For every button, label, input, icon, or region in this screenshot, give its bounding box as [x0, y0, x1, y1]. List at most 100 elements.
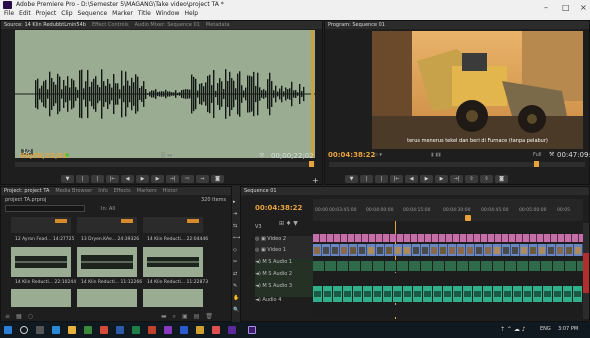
powerpoint-icon[interactable] [148, 326, 156, 334]
tab-markers[interactable]: Markers [137, 188, 157, 194]
audio-clip-thumb-4[interactable] [11, 289, 71, 307]
project-search-input[interactable] [5, 205, 85, 212]
tab-media-browser[interactable]: Media Browser [55, 188, 92, 194]
menu-title[interactable]: Title [138, 10, 151, 17]
onenote-icon[interactable] [164, 326, 172, 334]
list-view-icon[interactable]: ≡ [5, 313, 10, 320]
chrome-icon[interactable] [100, 326, 108, 334]
go-in-icon[interactable]: | [91, 175, 104, 183]
p-go-to-in-icon[interactable]: |← [390, 175, 403, 183]
store-icon[interactable] [84, 326, 92, 334]
media-icon[interactable] [212, 326, 220, 334]
lift-icon[interactable]: ⇧ [465, 175, 478, 183]
aftereffects-icon[interactable] [228, 326, 236, 334]
tab-source[interactable]: Source: 14 Klin RedubbtLmin54b [4, 22, 86, 28]
premiere-taskbar-icon[interactable] [248, 326, 256, 334]
timeline-playhead-handle[interactable] [465, 215, 471, 221]
track-header-a2[interactable]: ◄) M S Audio 2 [255, 271, 313, 283]
mark-out-icon[interactable]: | [76, 175, 89, 183]
bin-thumb-1[interactable] [11, 217, 71, 233]
file-explorer-icon[interactable] [68, 326, 76, 334]
audio-waveform[interactable] [15, 30, 315, 158]
maximize-button[interactable]: □ [562, 3, 570, 12]
clock[interactable]: 3:07 PM [558, 326, 578, 332]
source-playhead[interactable] [309, 161, 314, 167]
play-icon[interactable]: ▶ [136, 175, 149, 183]
menu-help[interactable]: Help [184, 10, 198, 17]
p-step-forward-icon[interactable]: ▶ [435, 175, 448, 183]
video1-track[interactable] [313, 244, 583, 256]
wrench-icon[interactable]: ⚒ [259, 152, 264, 159]
insert-icon[interactable]: ⇨ [181, 175, 194, 183]
overwrite-icon[interactable]: ⇒ [196, 175, 209, 183]
program-scrubber[interactable] [329, 161, 585, 167]
menu-file[interactable]: File [4, 10, 14, 17]
tab-metadata[interactable]: Metadata [206, 22, 230, 28]
minimize-button[interactable]: – [544, 3, 548, 12]
sequence-timecode[interactable]: 00:04:38:22 [255, 204, 302, 212]
find-icon[interactable]: ⌕ [173, 313, 176, 321]
tab-sequence[interactable]: Sequence 01 [244, 188, 277, 194]
step-back-icon[interactable]: ◀ [121, 175, 134, 183]
video2-title-track[interactable] [313, 234, 585, 242]
icon-view-icon[interactable]: ▦ [16, 313, 22, 320]
resolution-dropdown[interactable]: Full [533, 152, 542, 158]
illustrator-icon[interactable] [196, 326, 204, 334]
audio1-track[interactable] [313, 260, 588, 272]
task-view-icon[interactable] [36, 326, 44, 334]
track-header-a3[interactable]: ◄) M S Audio 3 [255, 283, 313, 297]
extract-icon[interactable]: ⇪ [480, 175, 493, 183]
fit-dropdown[interactable]: ▭ ▾ [373, 152, 382, 158]
audio2-track[interactable] [313, 273, 583, 285]
track-header-a4[interactable]: ◄) Audio 4 [255, 297, 313, 309]
language-indicator[interactable]: ENG [540, 326, 551, 332]
go-to-in-icon[interactable]: |← [106, 175, 119, 183]
tab-effect-controls[interactable]: Effect Controls [92, 22, 129, 28]
menu-sequence[interactable]: Sequence [78, 10, 108, 17]
audio3-track[interactable] [313, 285, 583, 303]
menu-clip[interactable]: Clip [61, 10, 72, 17]
go-to-out-icon[interactable]: →| [166, 175, 179, 183]
close-button[interactable]: × [580, 3, 587, 12]
program-timecode[interactable]: 00:04:38:22 [328, 151, 375, 159]
system-tray-icons[interactable]: ⇡ ⌃ ☁ ♪ [500, 326, 526, 333]
tab-project[interactable]: Project: project TA [4, 188, 49, 194]
tab-audio-mixer[interactable]: Audio Mixer: Sequence 01 [135, 22, 200, 28]
automate-icon[interactable]: ▬ [161, 313, 167, 321]
tab-history[interactable]: Histor [163, 188, 178, 194]
audio-clip-thumb-1[interactable] [11, 247, 71, 277]
source-timecode-in[interactable]: 00;00;22;01 [20, 152, 67, 160]
p-mark-out-icon[interactable]: | [360, 175, 373, 183]
track-header-v2[interactable]: ◎ ▣ Video 2 [255, 236, 313, 247]
track-header-v3[interactable]: V3 [255, 224, 313, 236]
menu-edit[interactable]: Edit [19, 10, 31, 17]
p-mark-in-icon[interactable]: ▼ [345, 175, 358, 183]
p-go-in-icon[interactable]: | [375, 175, 388, 183]
audio-clip-thumb-5[interactable] [77, 289, 137, 307]
trash-icon[interactable]: 🗑 [205, 313, 213, 321]
track-header-a1[interactable]: ◄) M S Audio 1 [255, 259, 313, 271]
photoshop-icon[interactable] [180, 326, 188, 334]
source-scrubber[interactable] [15, 161, 315, 167]
time-ruler[interactable]: 00:00 00:03:45:00 00:04:00:00 00:04:15:0… [313, 199, 583, 221]
menu-marker[interactable]: Marker [112, 10, 133, 17]
audio-clip-thumb-6[interactable] [143, 289, 203, 307]
track-header-v1[interactable]: ◎ ▣ Video 1 [255, 247, 313, 259]
p-go-to-out-icon[interactable]: →| [450, 175, 463, 183]
p-step-back-icon[interactable]: ◀ [405, 175, 418, 183]
search-icon[interactable] [20, 326, 28, 334]
tab-effects[interactable]: Effects [114, 188, 131, 194]
edge-icon[interactable] [52, 326, 60, 334]
tab-info[interactable]: Info [98, 188, 107, 194]
add-button-icon[interactable]: + [312, 176, 319, 185]
p-export-frame-icon[interactable]: ◙ [495, 175, 508, 183]
program-playhead[interactable] [534, 161, 539, 167]
windows-start-icon[interactable] [4, 326, 12, 334]
new-bin-icon[interactable]: ▣ [182, 313, 188, 321]
bin-thumb-2[interactable] [77, 217, 137, 233]
menu-window[interactable]: Window [156, 10, 180, 17]
new-item-icon[interactable]: ▤ [194, 313, 200, 321]
program-wrench-icon[interactable]: ⚒ [549, 151, 554, 158]
zoom-slider-icon[interactable]: ○ [28, 313, 33, 320]
step-forward-icon[interactable]: ▶ [151, 175, 164, 183]
